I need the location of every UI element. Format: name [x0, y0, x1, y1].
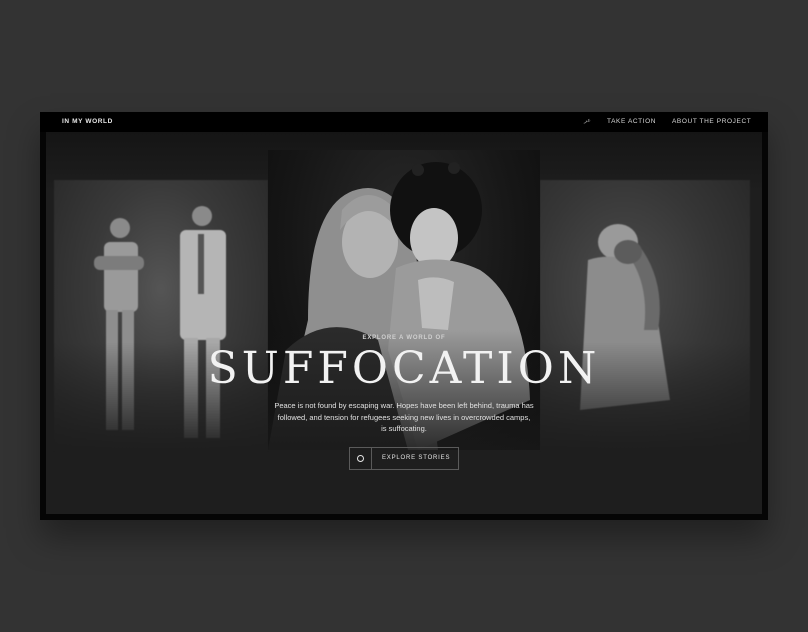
circle-icon: [357, 455, 364, 462]
site-header: IN MY WORLD عر TAKE ACTION ABOUT THE PRO…: [40, 112, 768, 132]
hero-title: SUFFOCATION: [207, 343, 601, 394]
right-side-photo[interactable]: [540, 180, 750, 452]
language-toggle[interactable]: عر: [584, 117, 591, 124]
hero-kicker: EXPLORE A WORLD OF: [362, 335, 446, 341]
site-logo[interactable]: IN MY WORLD: [62, 118, 113, 125]
hero-stage: EXPLORE A WORLD OF SUFFOCATION Peace is …: [46, 132, 762, 514]
cta-icon-box: [350, 448, 372, 469]
nav-take-action[interactable]: TAKE ACTION: [607, 118, 656, 125]
explore-stories-button[interactable]: EXPLORE STORIES: [349, 447, 459, 470]
explore-stories-label: EXPLORE STORIES: [382, 455, 451, 461]
nav-about-project[interactable]: ABOUT THE PROJECT: [672, 118, 751, 125]
browser-window: IN MY WORLD عر TAKE ACTION ABOUT THE PRO…: [40, 112, 768, 520]
left-side-photo[interactable]: [54, 180, 268, 452]
hero-description: Peace is not found by escaping war. Hope…: [274, 401, 534, 433]
